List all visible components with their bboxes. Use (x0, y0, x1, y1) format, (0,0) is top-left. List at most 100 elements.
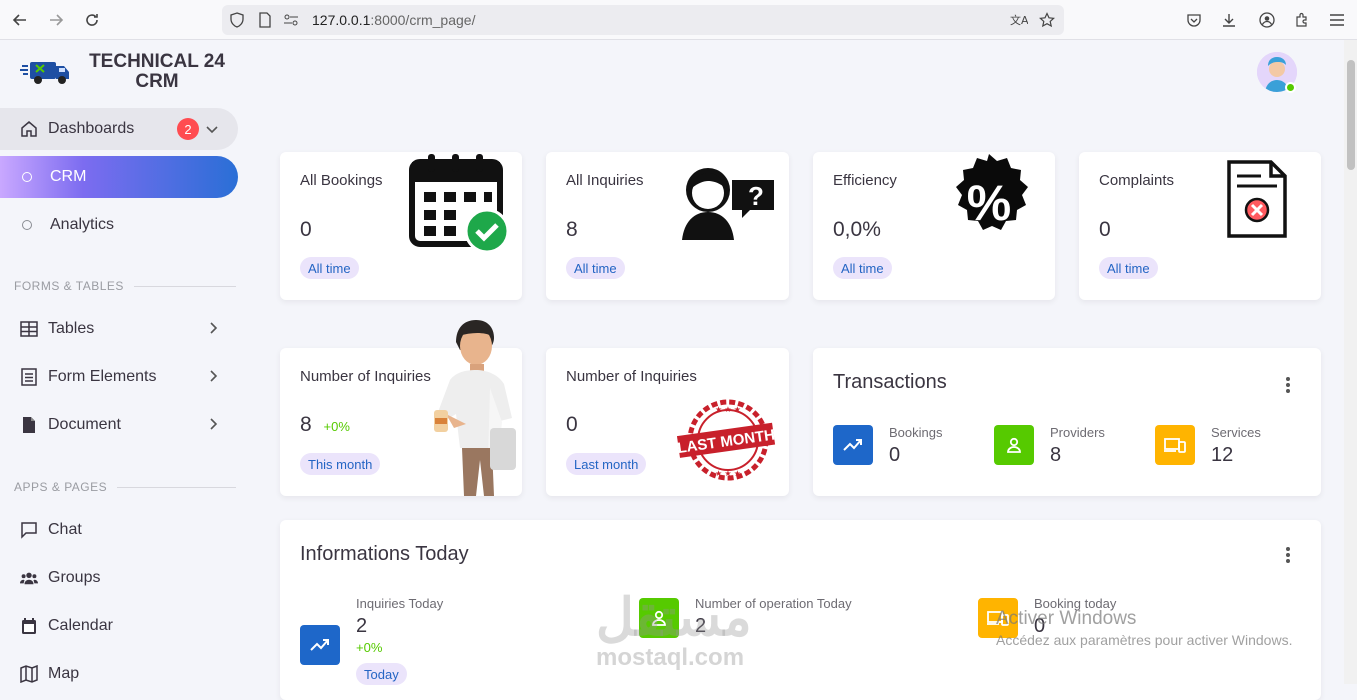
sidebar-item-label: Chat (48, 521, 82, 538)
sidebar-item-label: Form Elements (48, 368, 157, 385)
translate-icon[interactable]: 文A (1008, 9, 1030, 31)
stat-value: 12 (1211, 444, 1234, 466)
brand-name: TECHNICAL 24 CRM (89, 51, 225, 92)
circle-bullet-icon (22, 172, 32, 182)
card-value: 0 (300, 218, 312, 241)
calendar-check-icon (409, 154, 510, 254)
calendar-icon (20, 617, 38, 635)
card-inquiries-last-month: Number of Inquiries 0 Last month ★ ★ ★ ★… (546, 348, 789, 496)
stat-value: 2 (356, 615, 368, 637)
transactions-card: Transactions Bookings 0 Providers 8 Serv… (813, 348, 1321, 496)
table-icon (20, 320, 38, 338)
download-icon[interactable] (1218, 9, 1240, 31)
sidebar-item-label: Calendar (48, 617, 113, 634)
sidebar-item-chat[interactable]: Chat (0, 509, 238, 551)
chevron-right-icon (210, 369, 218, 385)
section-header-apps: APPS & PAGES (14, 480, 236, 494)
browser-toolbar: 127.0.0.1:8000/crm_page/ 文A (0, 0, 1357, 40)
address-bar[interactable]: 127.0.0.1:8000/crm_page/ 文A (222, 5, 1064, 35)
sidebar-item-groups[interactable]: Groups (0, 557, 238, 599)
stat-value: 8 (1050, 444, 1062, 466)
url-text: 127.0.0.1:8000/crm_page/ (312, 12, 476, 28)
trending-up-icon (833, 425, 873, 465)
period-chip: This month (300, 453, 381, 475)
delivery-van-icon (20, 62, 69, 84)
percent-badge-icon: % (956, 154, 1028, 231)
circle-bullet-icon (22, 220, 32, 230)
card-all-inquiries: All Inquiries 8 All time ? (546, 152, 789, 300)
scrollbar-thumb[interactable] (1347, 60, 1355, 170)
sidebar-item-document[interactable]: Document (0, 404, 238, 446)
chevron-down-icon (206, 121, 218, 137)
pocket-icon[interactable] (1183, 9, 1205, 31)
period-chip: All time (300, 257, 359, 279)
site-permissions-icon[interactable] (280, 9, 302, 31)
svg-text:?: ? (748, 181, 764, 211)
document-icon (20, 416, 38, 434)
watermark-logo-text: mostaql.com (596, 644, 745, 671)
user-icon (994, 425, 1034, 465)
sidebar-item-analytics[interactable]: Analytics (0, 204, 238, 246)
windows-activation-subtitle: Accédez aux paramètres pour activer Wind… (996, 632, 1293, 648)
notification-badge: 2 (177, 118, 199, 140)
card-value: 8 +0% (300, 413, 350, 436)
card-title: Efficiency (833, 172, 897, 189)
period-chip: All time (1099, 257, 1158, 279)
sidebar-item-calendar[interactable]: Calendar (0, 605, 238, 647)
home-icon (20, 120, 38, 138)
svg-text:★ ★ ★: ★ ★ ★ (715, 469, 741, 478)
sidebar-item-label: Map (48, 665, 80, 682)
complaint-document-icon (1227, 160, 1287, 238)
stat-label: Inquiries Today (356, 596, 444, 611)
period-chip: All time (833, 257, 892, 279)
card-efficiency: Efficiency 0,0% All time % (813, 152, 1055, 300)
growth-text: +0% (323, 419, 350, 434)
period-chip: All time (566, 257, 625, 279)
forward-arrow-icon[interactable] (44, 8, 68, 32)
back-arrow-icon[interactable] (8, 8, 32, 32)
card-value: 8 (566, 218, 578, 241)
sidebar-item-label: Groups (48, 569, 101, 586)
brand-logo[interactable] (20, 52, 72, 88)
form-icon (20, 368, 38, 386)
stat-label: Services (1211, 425, 1261, 440)
stat-label: Bookings (889, 425, 943, 440)
bookmark-star-icon[interactable] (1036, 9, 1058, 31)
card-value: 0 (1099, 218, 1111, 241)
sidebar-item-dashboards[interactable]: Dashboards 2 (0, 108, 238, 150)
sidebar-item-tables[interactable]: Tables (0, 308, 238, 350)
online-status-dot (1285, 82, 1296, 93)
stat-value: 0 (889, 444, 901, 466)
stat-providers: Providers 8 (994, 425, 1105, 467)
reload-icon[interactable] (80, 8, 104, 32)
stat-services: Services 12 (1155, 425, 1261, 467)
svg-text:%: % (967, 175, 1011, 231)
person-question-icon: ? (682, 168, 774, 240)
sidebar-item-form-elements[interactable]: Form Elements (0, 356, 238, 398)
svg-text:★ ★ ★: ★ ★ ★ (715, 405, 741, 414)
account-icon[interactable] (1256, 9, 1278, 31)
page-icon (254, 9, 276, 31)
card-heading: Transactions (833, 371, 947, 393)
period-chip: Last month (566, 453, 647, 475)
devices-icon (1155, 425, 1195, 465)
card-heading: Informations Today (300, 543, 469, 565)
section-header-forms: FORMS & TABLES (14, 279, 236, 293)
sidebar-item-map[interactable]: Map (0, 653, 238, 695)
extensions-icon[interactable] (1291, 9, 1313, 31)
groups-icon (20, 569, 38, 587)
card-value: 0 (566, 413, 578, 436)
stat-bookings: Bookings 0 (833, 425, 942, 467)
card-title: Complaints (1099, 172, 1175, 189)
more-vertical-icon[interactable] (1283, 546, 1293, 564)
more-vertical-icon[interactable] (1283, 376, 1293, 394)
sidebar-item-crm[interactable]: CRM (0, 156, 238, 198)
sidebar-item-label: Analytics (50, 216, 115, 233)
sidebar-item-label: Dashboards (48, 120, 135, 137)
informations-today-card: Informations Today Inquiries Today 2 +0%… (280, 520, 1321, 700)
period-chip: Today (356, 663, 407, 685)
menu-hamburger-icon[interactable] (1326, 9, 1348, 31)
growth-text: +0% (356, 640, 383, 655)
svg-text:文A: 文A (1010, 13, 1028, 27)
card-all-bookings: All Bookings 0 All time (280, 152, 522, 300)
